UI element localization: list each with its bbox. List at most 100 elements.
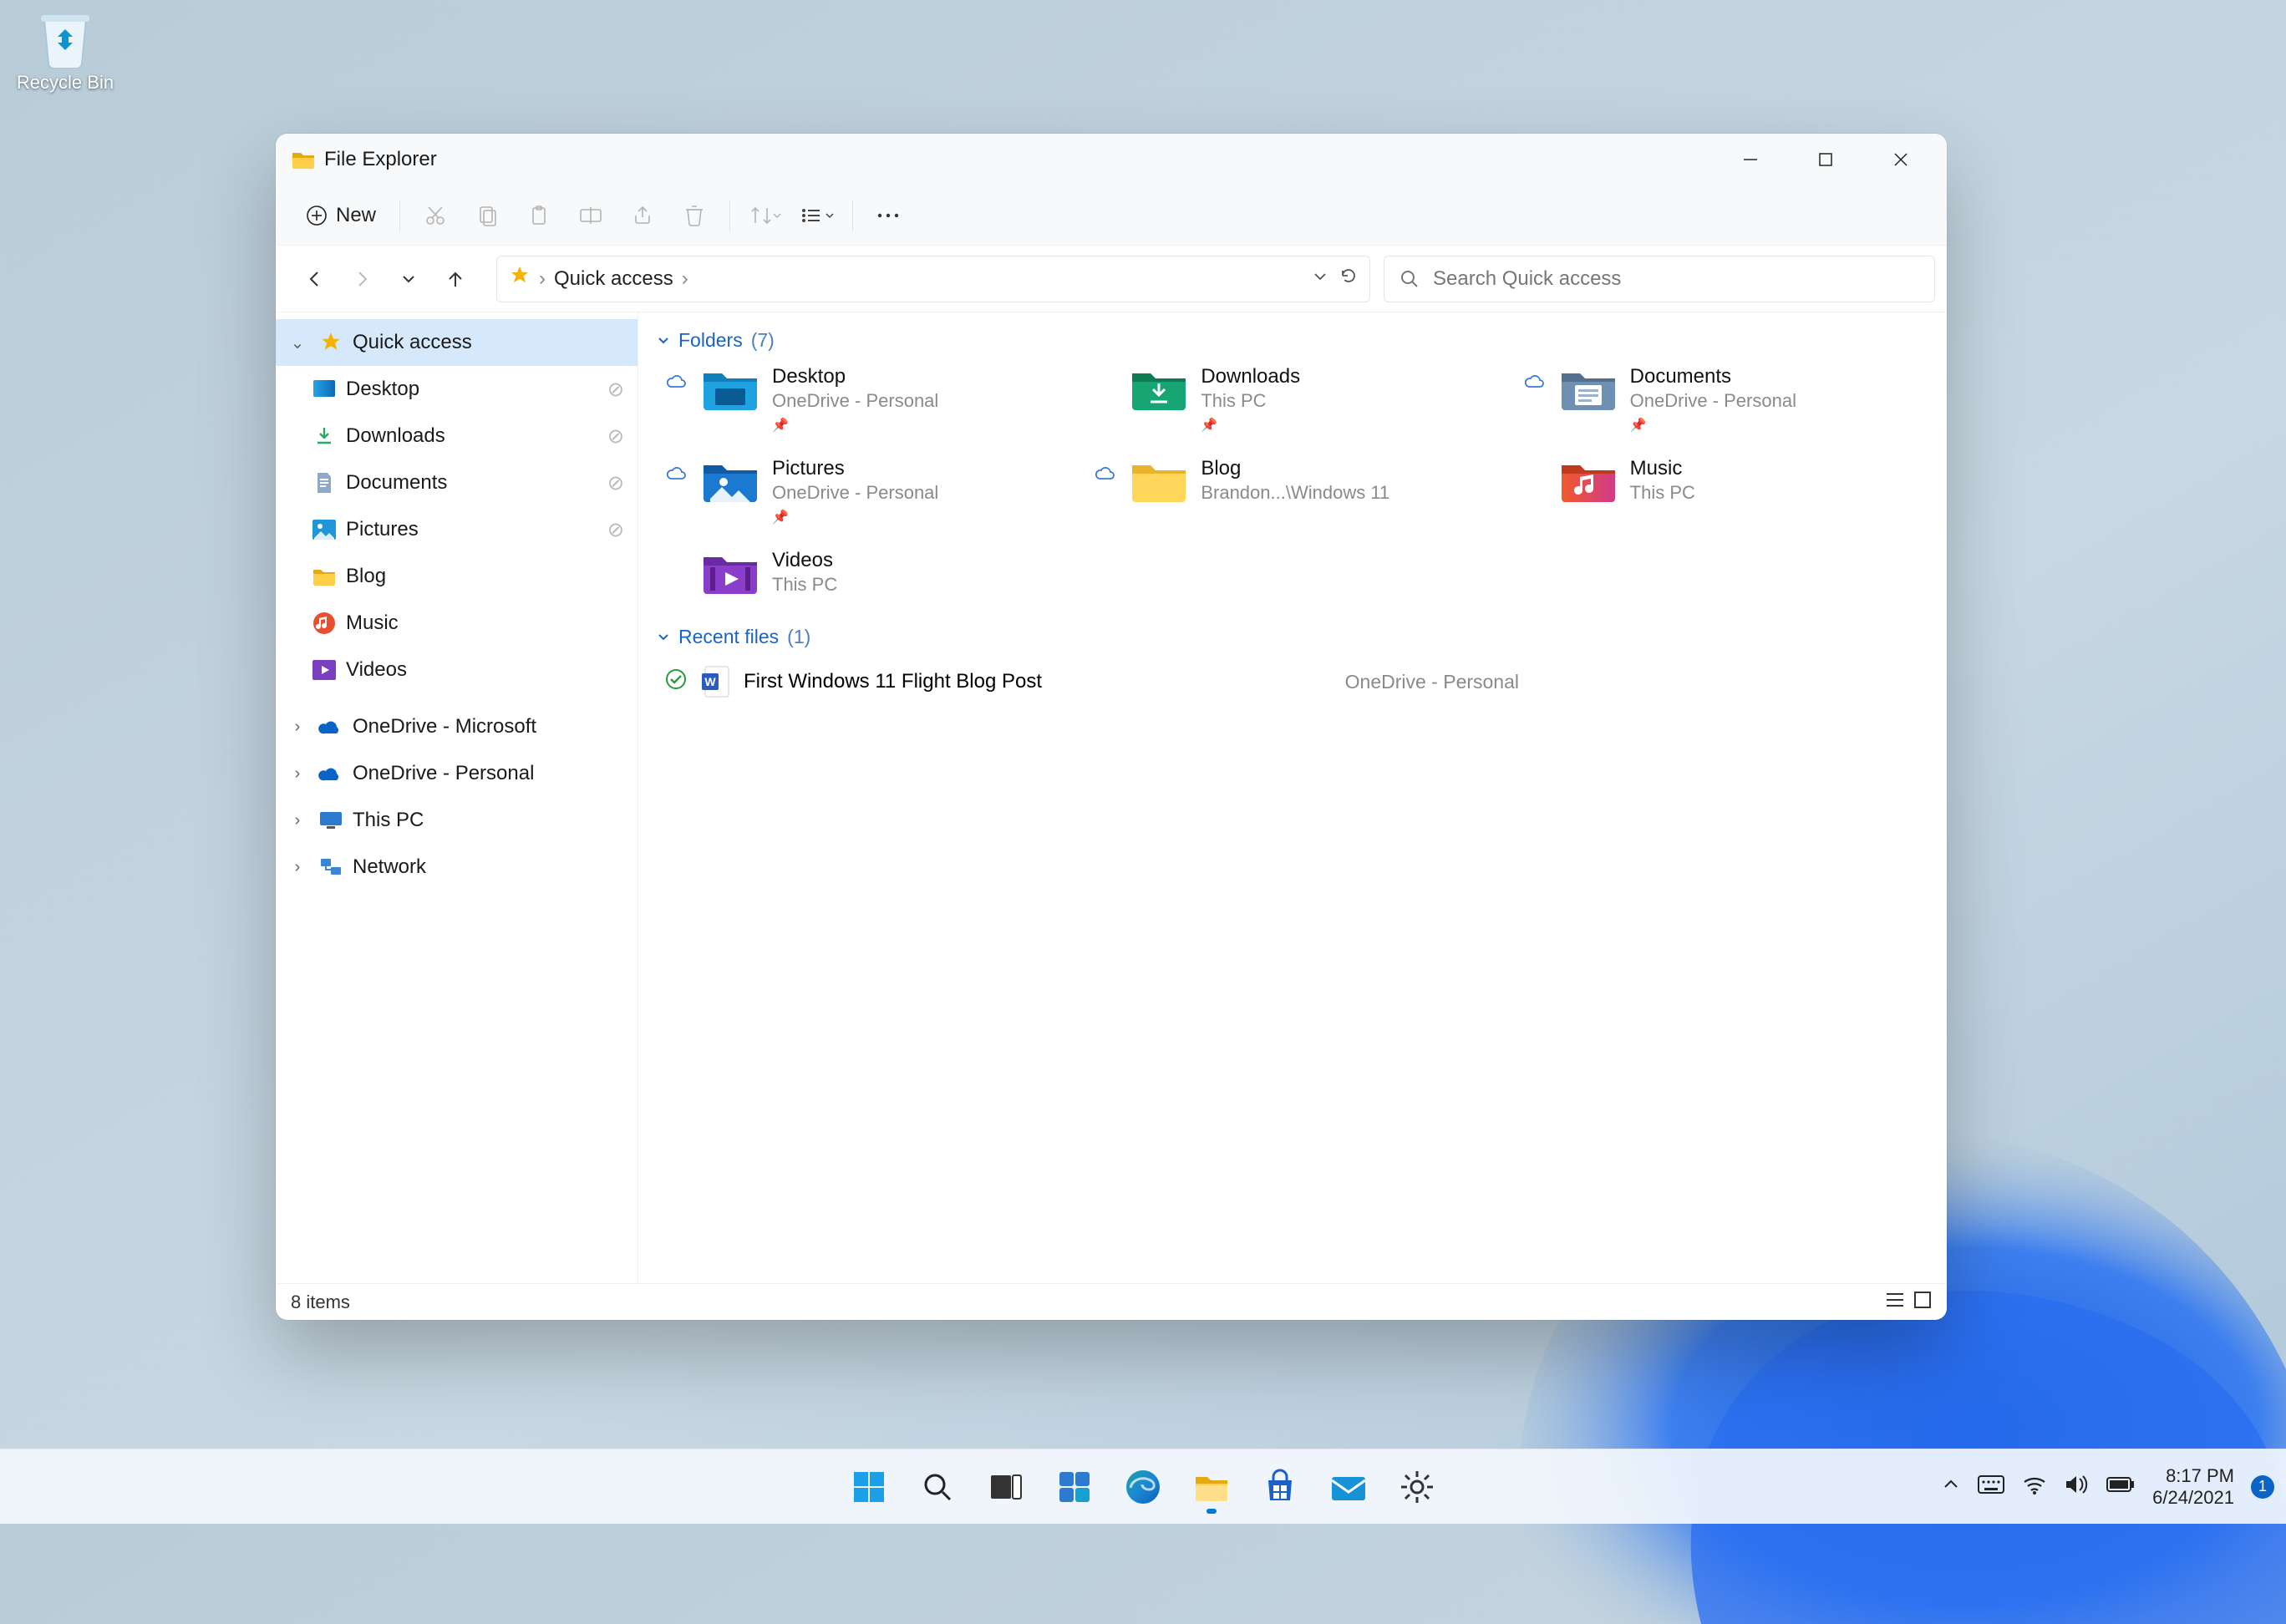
more-button[interactable] [865, 195, 912, 236]
chevron-right-icon: › [286, 858, 309, 877]
recycle-bin[interactable]: Recycle Bin [15, 8, 115, 94]
pin-icon: ⊘ [607, 378, 624, 402]
cut-button[interactable] [412, 195, 459, 236]
rename-button[interactable] [567, 195, 614, 236]
address-bar[interactable]: › Quick access› [496, 256, 1370, 302]
folder-downloads[interactable]: Downloads This PC 📌 [1090, 362, 1494, 437]
sidebar-pictures[interactable]: Pictures ⊘ [276, 506, 638, 553]
group-label: Recent files [678, 626, 779, 648]
sidebar-quick-access[interactable]: ⌄ Quick access [276, 319, 638, 366]
recent-file[interactable]: W First Windows 11 Flight Blog Post OneD… [653, 658, 1932, 705]
tray-overflow-button[interactable] [1942, 1475, 1960, 1499]
sidebar-label: Downloads [346, 424, 445, 448]
copy-button[interactable] [464, 195, 511, 236]
view-button[interactable] [794, 195, 841, 236]
folder-pictures[interactable]: Pictures OneDrive - Personal 📌 [662, 454, 1065, 529]
chevron-down-icon [657, 631, 670, 644]
store-button[interactable] [1250, 1457, 1310, 1517]
large-icons-view-button[interactable] [1913, 1291, 1932, 1314]
folder-location: This PC [772, 574, 837, 596]
folder-name: Music [1630, 457, 1695, 480]
edge-button[interactable] [1113, 1457, 1173, 1517]
folders-group-header[interactable]: Folders (7) [653, 324, 1932, 362]
cloud-icon [318, 760, 344, 787]
titlebar[interactable]: File Explorer [276, 134, 1947, 185]
chevron-up-icon [1942, 1475, 1960, 1494]
folder-icon [1192, 1470, 1231, 1504]
file-explorer-icon [291, 147, 316, 172]
sidebar-label: Videos [346, 658, 407, 682]
task-view-icon [988, 1470, 1024, 1504]
forward-button[interactable] [339, 256, 384, 302]
chevron-right-icon: › [682, 267, 688, 291]
mail-icon [1328, 1470, 1369, 1504]
grid-view-icon [1913, 1291, 1932, 1309]
task-view-button[interactable] [976, 1457, 1036, 1517]
sidebar-network[interactable]: › Network [276, 844, 638, 891]
sidebar-label: Desktop [346, 378, 419, 401]
desktop-icon [311, 376, 338, 403]
settings-button[interactable] [1387, 1457, 1447, 1517]
recent-group-header[interactable]: Recent files (1) [653, 621, 1932, 658]
network-icon [318, 854, 344, 881]
sidebar-onedrive-microsoft[interactable]: › OneDrive - Microsoft [276, 703, 638, 750]
folder-music[interactable]: Music This PC [1520, 454, 1923, 529]
folder-blog[interactable]: Blog Brandon...\Windows 11 [1090, 454, 1494, 529]
search-button[interactable] [907, 1457, 968, 1517]
file-location: OneDrive - Personal [1345, 671, 1519, 693]
sidebar-blog[interactable]: Blog [276, 553, 638, 600]
navigation-pane: ⌄ Quick access Desktop ⊘ Downloads ⊘ Doc… [276, 312, 638, 1283]
command-bar: New [276, 185, 1947, 246]
maximize-button[interactable] [1788, 136, 1863, 183]
star-icon [318, 329, 344, 356]
sort-button[interactable] [742, 195, 789, 236]
file-explorer-window: File Explorer New › Q [276, 134, 1947, 1320]
pin-icon: ⊘ [607, 518, 624, 542]
volume-icon[interactable] [2064, 1474, 2089, 1500]
clock[interactable]: 8:17 PM 6/24/2021 [2152, 1465, 2234, 1508]
folder-name: Pictures [772, 457, 938, 480]
sidebar-documents[interactable]: Documents ⊘ [276, 459, 638, 506]
paste-button[interactable] [516, 195, 562, 236]
cloud-sync-icon [665, 375, 688, 388]
up-button[interactable] [433, 256, 478, 302]
sidebar-videos[interactable]: Videos [276, 647, 638, 693]
minimize-button[interactable] [1713, 136, 1788, 183]
folder-documents[interactable]: Documents OneDrive - Personal 📌 [1520, 362, 1923, 437]
new-button[interactable]: New [294, 195, 388, 236]
breadcrumb-root[interactable]: Quick access [554, 267, 673, 291]
recent-locations-button[interactable] [386, 256, 431, 302]
sidebar-label: OneDrive - Personal [353, 762, 534, 785]
sidebar-this-pc[interactable]: › This PC [276, 797, 638, 844]
sidebar-music[interactable]: Music [276, 600, 638, 647]
mail-button[interactable] [1318, 1457, 1379, 1517]
share-button[interactable] [619, 195, 666, 236]
keyboard-icon[interactable] [1977, 1474, 2005, 1500]
folder-desktop[interactable]: Desktop OneDrive - Personal 📌 [662, 362, 1065, 437]
folder-location: This PC [1201, 390, 1300, 412]
sidebar-downloads[interactable]: Downloads ⊘ [276, 413, 638, 459]
sort-icon [749, 205, 774, 226]
sidebar-onedrive-personal[interactable]: › OneDrive - Personal [276, 750, 638, 797]
recycle-bin-label: Recycle Bin [15, 72, 115, 94]
details-view-button[interactable] [1885, 1291, 1905, 1314]
wifi-icon[interactable] [2022, 1474, 2047, 1500]
back-button[interactable] [292, 256, 338, 302]
file-explorer-button[interactable] [1181, 1457, 1242, 1517]
delete-button[interactable] [671, 195, 718, 236]
folder-videos[interactable]: Videos This PC [662, 546, 1065, 599]
start-button[interactable] [839, 1457, 899, 1517]
close-button[interactable] [1863, 136, 1938, 183]
chevron-right-icon: › [286, 718, 309, 737]
clipboard-icon [527, 204, 551, 227]
notification-badge[interactable]: 1 [2251, 1475, 2274, 1499]
address-dropdown-button[interactable] [1313, 266, 1328, 291]
group-count: (7) [751, 329, 775, 352]
pin-icon: 📌 [772, 417, 938, 434]
folder-name: Downloads [1201, 365, 1300, 388]
widgets-button[interactable] [1044, 1457, 1105, 1517]
refresh-button[interactable] [1339, 266, 1358, 291]
battery-icon[interactable] [2106, 1476, 2136, 1498]
sidebar-desktop[interactable]: Desktop ⊘ [276, 366, 638, 413]
search-box[interactable]: Search Quick access [1384, 256, 1935, 302]
